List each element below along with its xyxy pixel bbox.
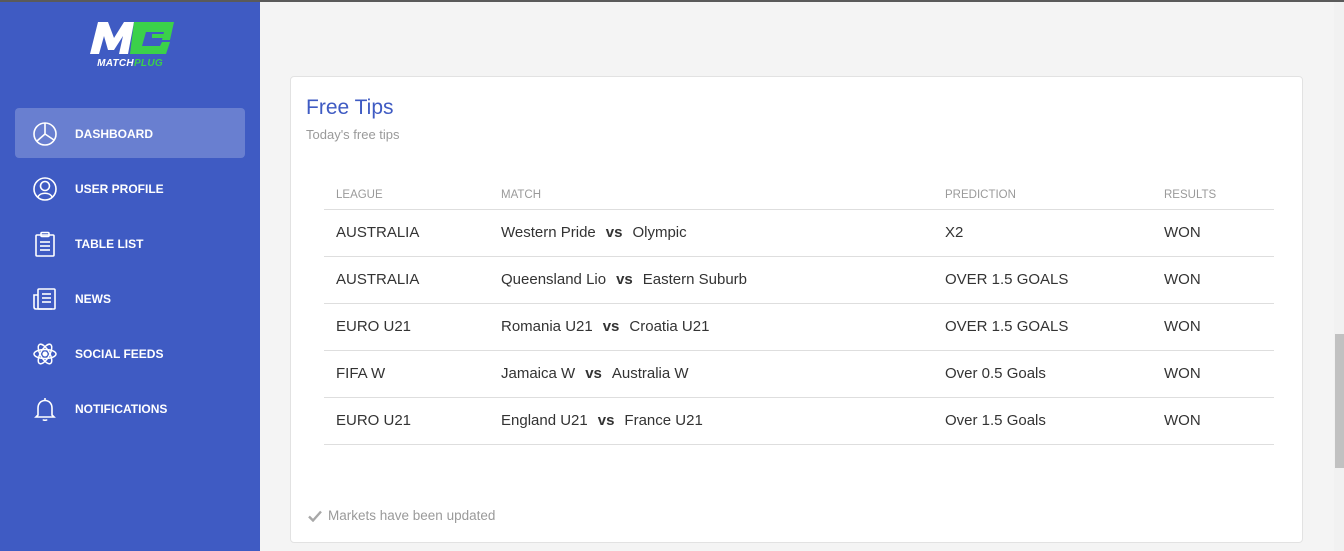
away-team: France U21 (624, 412, 703, 429)
vs-label: vs (597, 412, 615, 429)
scrollbar-thumb[interactable] (1335, 334, 1344, 468)
home-team: England U21 (501, 412, 588, 429)
vs-label: vs (605, 224, 623, 241)
vs-label: vs (616, 271, 633, 288)
sidebar-item-notifications[interactable]: NOTIFICATIONS (15, 383, 245, 433)
table-row: AUSTRALIA Queensland Lio vs Eastern Suburb… (324, 256, 1274, 304)
main-content: Free Tips Today's free tips LEAGUE MATCH… (260, 2, 1334, 551)
tips-table: LEAGUE MATCH PREDICTION RESULTS AUSTRALI… (324, 179, 1274, 445)
home-team: Western Pride (501, 224, 596, 241)
bell-icon (31, 395, 59, 423)
table-row: EURO U21 England U21 vs France U21 Over 1.… (324, 397, 1274, 445)
prediction-cell: OVER 1.5 GOALS (933, 256, 1152, 304)
match-cell: Queensland Lio vs Eastern Suburb (489, 256, 933, 304)
card-title: Free Tips (306, 96, 394, 119)
match-cell: Romania U21 vs Croatia U21 (489, 303, 933, 351)
league-cell: FIFA W (324, 350, 489, 398)
league-cell: EURO U21 (324, 397, 489, 445)
free-tips-card: Free Tips Today's free tips LEAGUE MATCH… (290, 76, 1303, 543)
clipboard-list-icon (31, 230, 59, 258)
result-cell: WON (1152, 256, 1274, 304)
brand-logo[interactable]: MATCHPLUG (84, 18, 176, 74)
logo-mark-icon (90, 22, 174, 54)
sidebar: MATCHPLUG DASHBOARD USER PROFILE TABLE L… (0, 2, 260, 551)
newspaper-icon (31, 285, 59, 313)
sidebar-item-label: DASHBOARD (75, 127, 153, 141)
sidebar-item-label: TABLE LIST (75, 237, 144, 251)
home-team: Romania U21 (501, 318, 593, 335)
sidebar-item-social-feeds[interactable]: SOCIAL FEEDS (15, 328, 245, 378)
sidebar-item-table-list[interactable]: TABLE LIST (15, 218, 245, 268)
prediction-cell: OVER 1.5 GOALS (933, 303, 1152, 351)
away-team: Australia W (611, 365, 689, 382)
card-subtitle: Today's free tips (306, 127, 400, 142)
table-row: EURO U21 Romania U21 vs Croatia U21 OVER 1… (324, 303, 1274, 351)
match-cell: England U21 vs France U21 (489, 397, 933, 445)
match-cell: Western Pride vs Olympic (489, 209, 933, 257)
pie-chart-icon (31, 120, 59, 148)
home-team: Jamaica W (501, 365, 576, 382)
away-team: Olympic (632, 224, 687, 241)
sidebar-item-label: NOTIFICATIONS (75, 402, 168, 416)
result-cell: WON (1152, 303, 1274, 351)
footer-status-text: Markets have been updated (328, 508, 496, 523)
vs-label: vs (585, 365, 602, 382)
league-cell: AUSTRALIA (324, 256, 489, 304)
prediction-cell: Over 1.5 Goals (933, 397, 1152, 445)
result-cell: WON (1152, 397, 1274, 445)
column-header-league: LEAGUE (324, 179, 489, 210)
prediction-cell: Over 0.5 Goals (933, 350, 1152, 398)
sidebar-nav: DASHBOARD USER PROFILE TABLE LIST NEWS S… (15, 108, 245, 438)
home-team: Queensland Lio (501, 271, 607, 288)
card-footer: Markets have been updated (308, 508, 495, 523)
table-row: AUSTRALIA Western Pride vs Olympic X2 WON (324, 209, 1274, 257)
user-icon (31, 175, 59, 203)
sidebar-item-user-profile[interactable]: USER PROFILE (15, 163, 245, 213)
sidebar-item-label: USER PROFILE (75, 182, 164, 196)
column-header-match: MATCH (489, 179, 933, 210)
sidebar-item-label: NEWS (75, 292, 111, 306)
column-header-results: RESULTS (1152, 179, 1274, 210)
page-scrollbar[interactable] (1334, 2, 1344, 551)
away-team: Croatia U21 (629, 318, 710, 335)
away-team: Eastern Suburb (642, 271, 748, 288)
sidebar-item-dashboard[interactable]: DASHBOARD (15, 108, 245, 158)
league-cell: AUSTRALIA (324, 209, 489, 257)
atom-icon (31, 340, 59, 368)
check-icon (308, 510, 322, 522)
result-cell: WON (1152, 350, 1274, 398)
prediction-cell: X2 (933, 209, 1152, 257)
vs-label: vs (602, 318, 620, 335)
league-cell: EURO U21 (324, 303, 489, 351)
sidebar-item-label: SOCIAL FEEDS (75, 347, 164, 361)
table-header-row: LEAGUE MATCH PREDICTION RESULTS (324, 179, 1274, 210)
result-cell: WON (1152, 209, 1274, 257)
logo-text: MATCHPLUG (97, 58, 163, 69)
match-cell: Jamaica W vs Australia W (489, 350, 933, 398)
table-row: FIFA W Jamaica W vs Australia W Over 0.5 G… (324, 350, 1274, 398)
column-header-prediction: PREDICTION (933, 179, 1152, 210)
sidebar-item-news[interactable]: NEWS (15, 273, 245, 323)
